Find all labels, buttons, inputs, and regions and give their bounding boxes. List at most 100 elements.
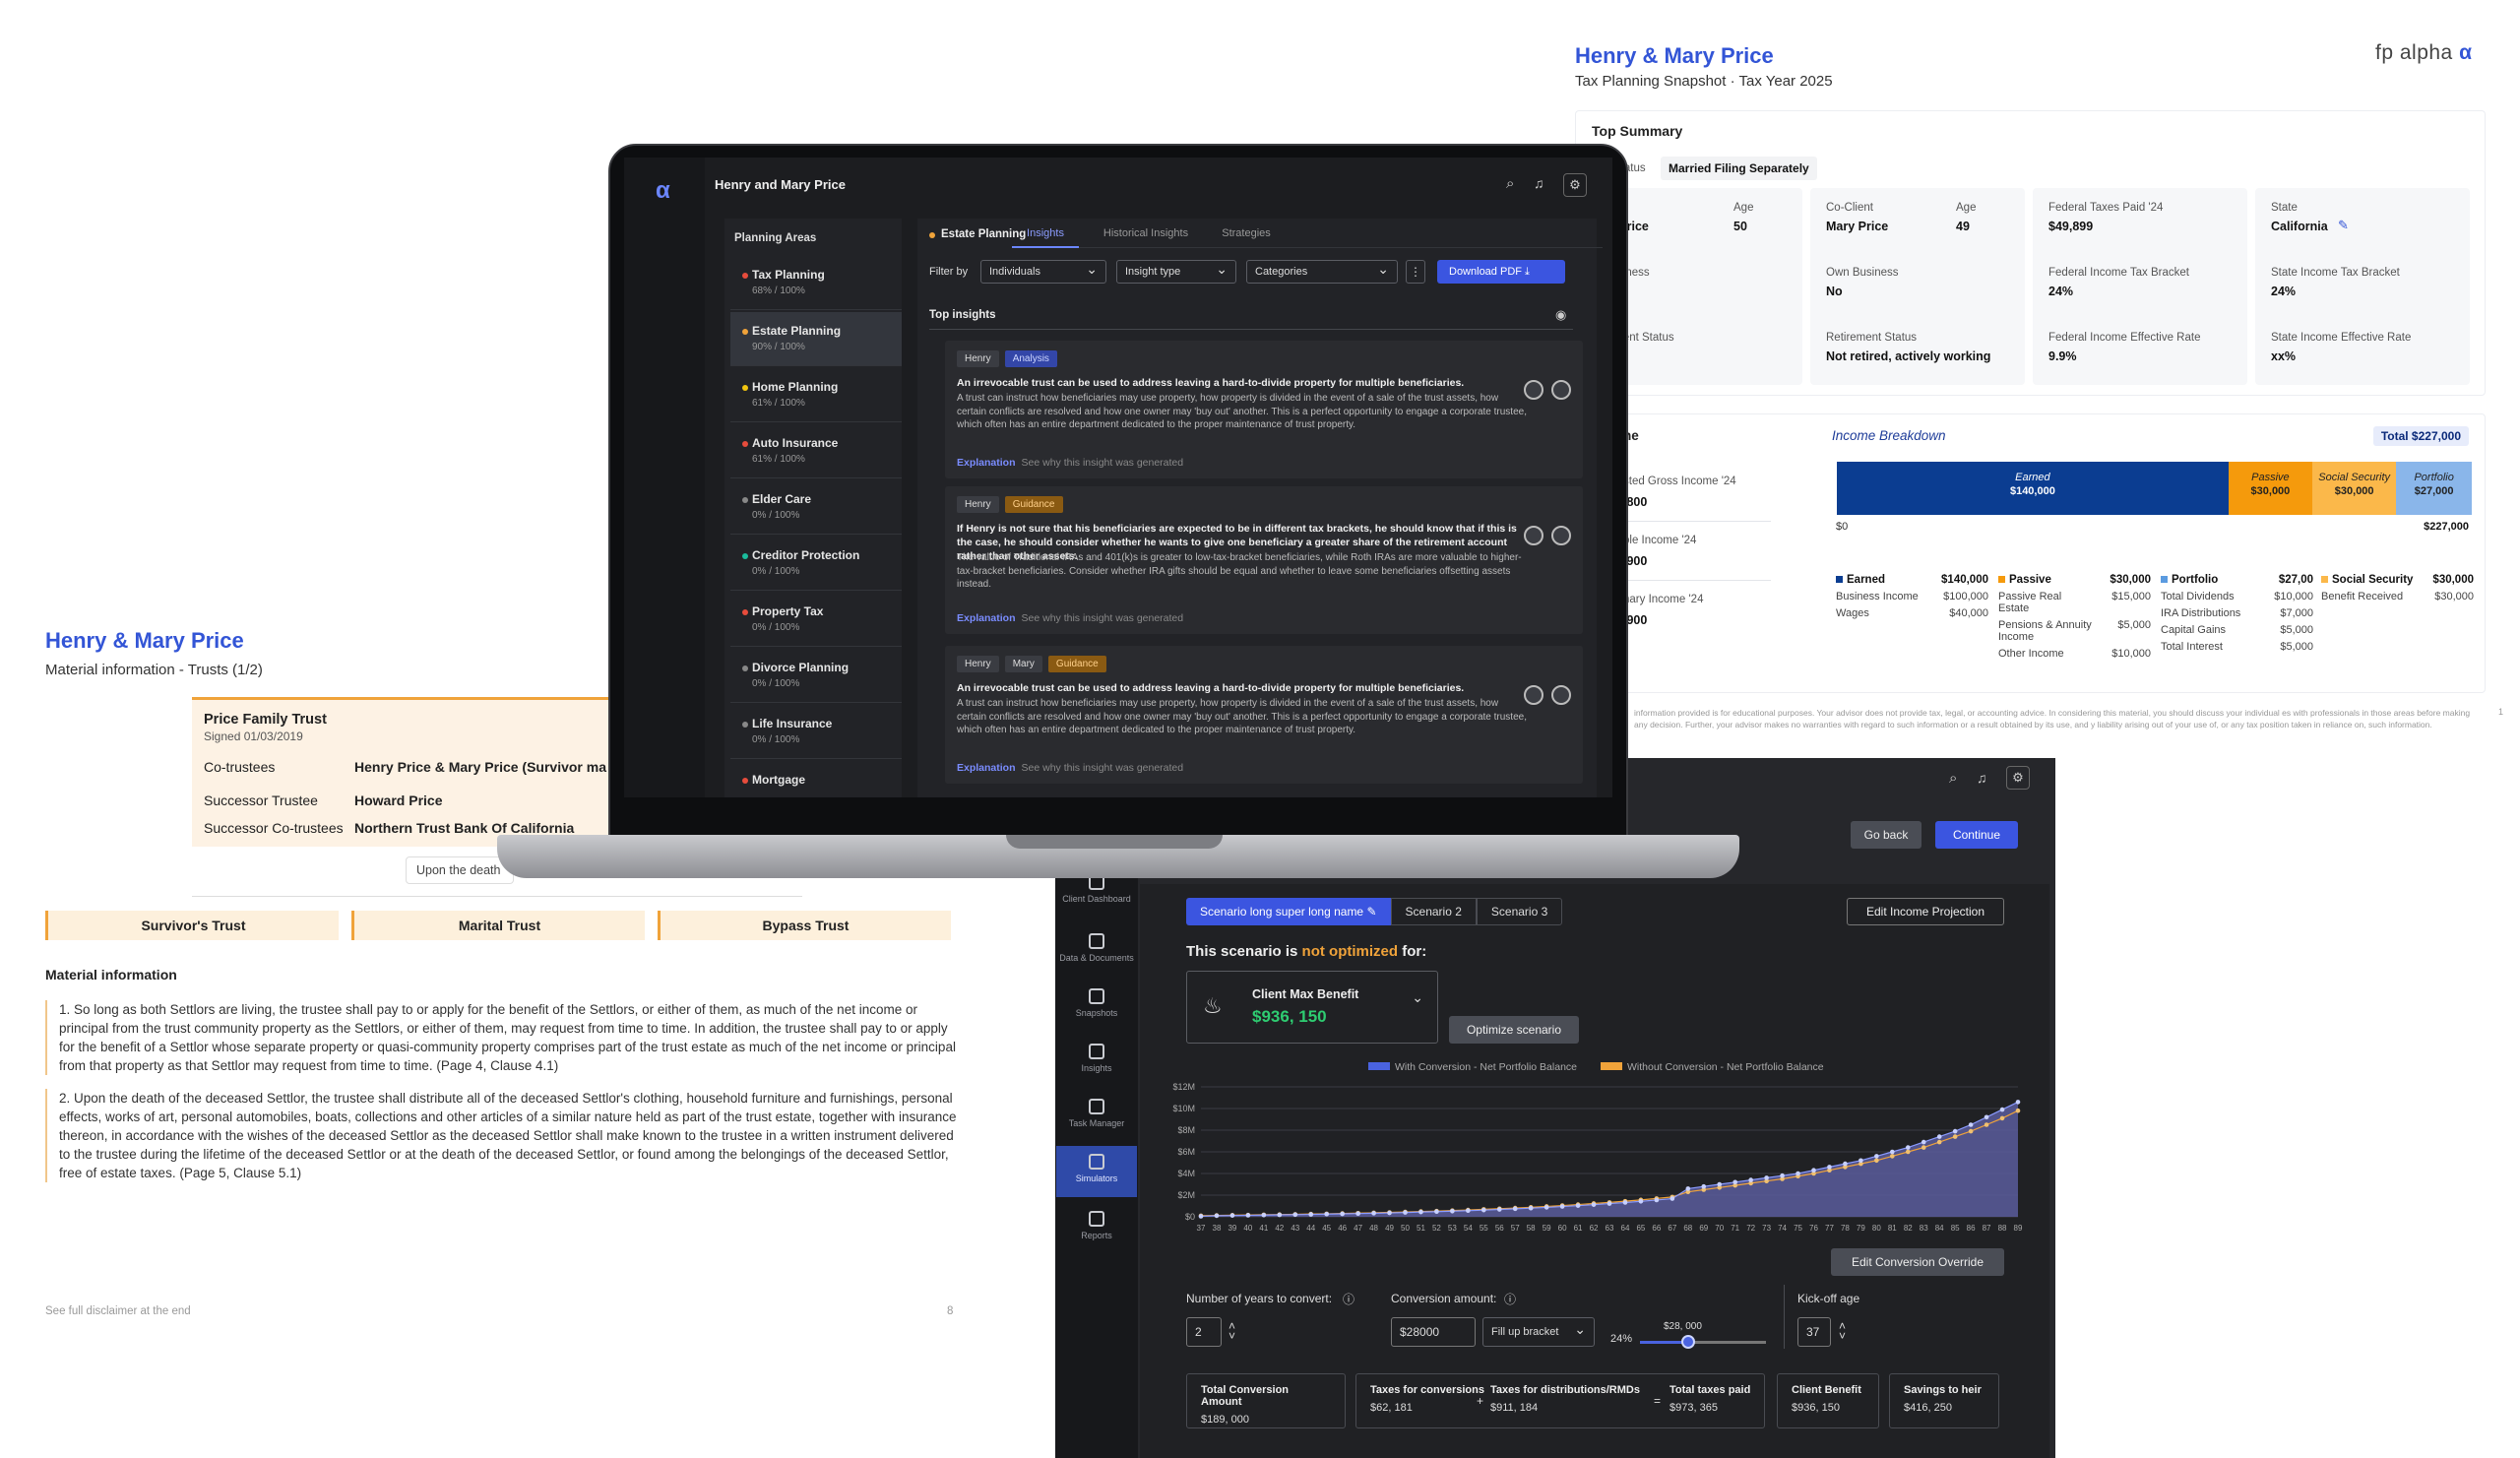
gear-icon[interactable]: ⚙: [1563, 173, 1587, 197]
x-tick-label: 38: [1213, 1224, 1222, 1233]
area-dot: [742, 609, 748, 615]
point-with-conversion: [1324, 1211, 1329, 1217]
planning-area-tax-planning[interactable]: Tax Planning 68% / 100%: [730, 256, 902, 310]
y-tick-label: $8M: [1177, 1125, 1195, 1135]
x-tick-label: 85: [1951, 1224, 1960, 1233]
insight-type-select[interactable]: Insight type: [1116, 258, 1236, 284]
x-tick-label: 44: [1306, 1224, 1315, 1233]
survivors-trust: Survivor's Trust: [45, 911, 339, 940]
add-icon[interactable]: [1551, 526, 1571, 545]
x-tick-label: 62: [1590, 1224, 1599, 1233]
tab-insights[interactable]: Insights: [1012, 222, 1079, 248]
planning-area-creditor-protection[interactable]: Creditor Protection 0% / 100%: [730, 537, 902, 591]
continue-button[interactable]: Continue: [1935, 821, 2018, 849]
trust-row-value: Henry Price & Mary Price (Survivor ma: [354, 759, 607, 775]
benefit-label: Client Max Benefit: [1252, 987, 1359, 1001]
categories-select[interactable]: Categories: [1246, 258, 1398, 284]
sim-nav-task-manager[interactable]: Task Manager: [1056, 1091, 1137, 1128]
planning-area-home-planning[interactable]: Home Planning 61% / 100%: [730, 368, 902, 422]
laptop-notch: [1006, 835, 1223, 849]
explanation-link[interactable]: Explanation See why this insight was gene…: [957, 457, 1183, 469]
gear-icon[interactable]: ⚙: [2006, 766, 2030, 790]
planning-area-mortgage[interactable]: Mortgage: [730, 761, 902, 797]
info-icon[interactable]: ⓘ: [1343, 1291, 1354, 1307]
sim-nav-snapshots[interactable]: Snapshots: [1056, 981, 1137, 1018]
tab-historical-insights[interactable]: Historical Insights: [1091, 222, 1201, 248]
edit-pencil-icon[interactable]: ✎: [2338, 218, 2349, 233]
kpi-taxes-group: Taxes for conversions $62, 181 + Taxes fo…: [1355, 1373, 1765, 1428]
point-with-conversion: [1999, 1107, 2005, 1112]
years-input[interactable]: 2: [1186, 1317, 1222, 1347]
edit-income-projection-button[interactable]: Edit Income Projection: [1847, 898, 2004, 925]
info-icon[interactable]: ⓘ: [1504, 1291, 1516, 1307]
planning-area-property-tax[interactable]: Property Tax 0% / 100%: [730, 593, 902, 647]
kpi-value: $189, 000: [1201, 1414, 1249, 1426]
individuals-select[interactable]: Individuals: [980, 258, 1106, 284]
kickoff-label: Kick-off age: [1797, 1292, 1860, 1305]
x-tick-label: 68: [1683, 1224, 1692, 1233]
bypass-trust: Bypass Trust: [658, 911, 951, 940]
x-tick-label: 78: [1841, 1224, 1850, 1233]
eye-icon[interactable]: [1524, 526, 1544, 545]
amount-input[interactable]: $28000: [1391, 1317, 1476, 1347]
fill-up-bracket-select[interactable]: Fill up bracket: [1482, 1315, 1595, 1347]
conversion-slider[interactable]: [1640, 1341, 1766, 1344]
edit-icon[interactable]: ✎: [1366, 905, 1376, 919]
point-without-conversion: [2015, 1108, 2021, 1113]
legend-row-value: $10,000: [2111, 648, 2151, 660]
x-tick-label: 79: [1857, 1224, 1865, 1233]
point-with-conversion: [1308, 1212, 1314, 1217]
scenario-tab[interactable]: Scenario 2: [1390, 898, 1477, 925]
sim-nav-data-documents[interactable]: Data & Documents: [1056, 925, 1137, 963]
point-with-conversion: [1229, 1213, 1235, 1218]
download-pdf-button[interactable]: Download PDF ⤓: [1437, 260, 1565, 284]
go-back-button[interactable]: Go back: [1851, 821, 1922, 849]
portfolio-balance-chart: $0 $2M $4M $6M $8M $10M $12M 37 38 39 40 41 42 43 44 45…: [1172, 1082, 2023, 1233]
kickoff-input[interactable]: 37: [1797, 1317, 1831, 1347]
sim-nav-reports[interactable]: Reports: [1056, 1203, 1137, 1240]
bar-max-label: $227,000: [2424, 521, 2469, 533]
eye-icon[interactable]: ◉: [1555, 307, 1566, 323]
search-icon[interactable]: ⌕: [1949, 770, 1957, 787]
kickoff-stepper-icon[interactable]: ˄ ˅: [1839, 1320, 1846, 1342]
edit-conversion-override-button[interactable]: Edit Conversion Override: [1831, 1248, 2004, 1276]
explanation-link[interactable]: Explanation See why this insight was gene…: [957, 612, 1183, 624]
eye-icon[interactable]: [1524, 685, 1544, 705]
filter-by-label: Filter by: [929, 266, 969, 278]
planning-area-life-insurance[interactable]: Life Insurance 0% / 100%: [730, 705, 902, 759]
planning-area-auto-insurance[interactable]: Auto Insurance 61% / 100%: [730, 424, 902, 478]
sim-nav-insights[interactable]: Insights: [1056, 1036, 1137, 1073]
equals-icon: =: [1654, 1394, 1662, 1408]
income-legend: Earned $140,000 Business Income $100,000 Wag…: [1836, 574, 2476, 682]
tab-strategies[interactable]: Strategies: [1211, 222, 1282, 248]
disclaimer-footer: See full disclaimer at the end: [45, 1305, 191, 1317]
bell-icon[interactable]: ♫: [1977, 770, 1987, 786]
retirement-value: Not retired, actively working: [1826, 349, 1991, 363]
planning-area-divorce-planning[interactable]: Divorce Planning 0% / 100%: [730, 649, 902, 703]
planning-area-estate-planning[interactable]: Estate Planning 90% / 100%: [730, 312, 902, 366]
scenario-tab[interactable]: Scenario long super long name ✎: [1186, 898, 1391, 925]
add-icon[interactable]: [1551, 685, 1571, 705]
explanation-link[interactable]: Explanation See why this insight was gene…: [957, 762, 1183, 774]
x-tick-label: 67: [1668, 1224, 1676, 1233]
optimize-scenario-button[interactable]: Optimize scenario: [1449, 1016, 1579, 1044]
point-with-conversion: [1827, 1165, 1832, 1170]
point-with-conversion: [1732, 1179, 1737, 1185]
client-max-benefit-select[interactable]: ♨ Client Max Benefit $936, 150 ⌄: [1186, 971, 1438, 1044]
slider-handle[interactable]: [1681, 1335, 1695, 1349]
nav-icon: [1089, 1099, 1104, 1114]
add-icon[interactable]: [1551, 380, 1571, 400]
segment-name: Social Security: [2318, 472, 2391, 483]
area-progress: 68% / 100%: [752, 285, 805, 296]
search-icon[interactable]: ⌕: [1506, 175, 1514, 192]
years-stepper-icon[interactable]: ˄ ˅: [1228, 1320, 1235, 1342]
sim-nav-simulators[interactable]: Simulators: [1056, 1146, 1137, 1197]
eye-icon[interactable]: [1524, 380, 1544, 400]
status-prefix: This scenario is: [1186, 943, 1302, 960]
more-options-icon[interactable]: ⋮: [1406, 260, 1425, 284]
bell-icon[interactable]: ♫: [1534, 175, 1544, 191]
planning-area-elder-care[interactable]: Elder Care 0% / 100%: [730, 480, 902, 535]
fp-alpha-icon[interactable]: α: [656, 177, 670, 205]
kpi-value: $62, 181: [1370, 1402, 1413, 1414]
scenario-tab[interactable]: Scenario 3: [1476, 898, 1563, 925]
